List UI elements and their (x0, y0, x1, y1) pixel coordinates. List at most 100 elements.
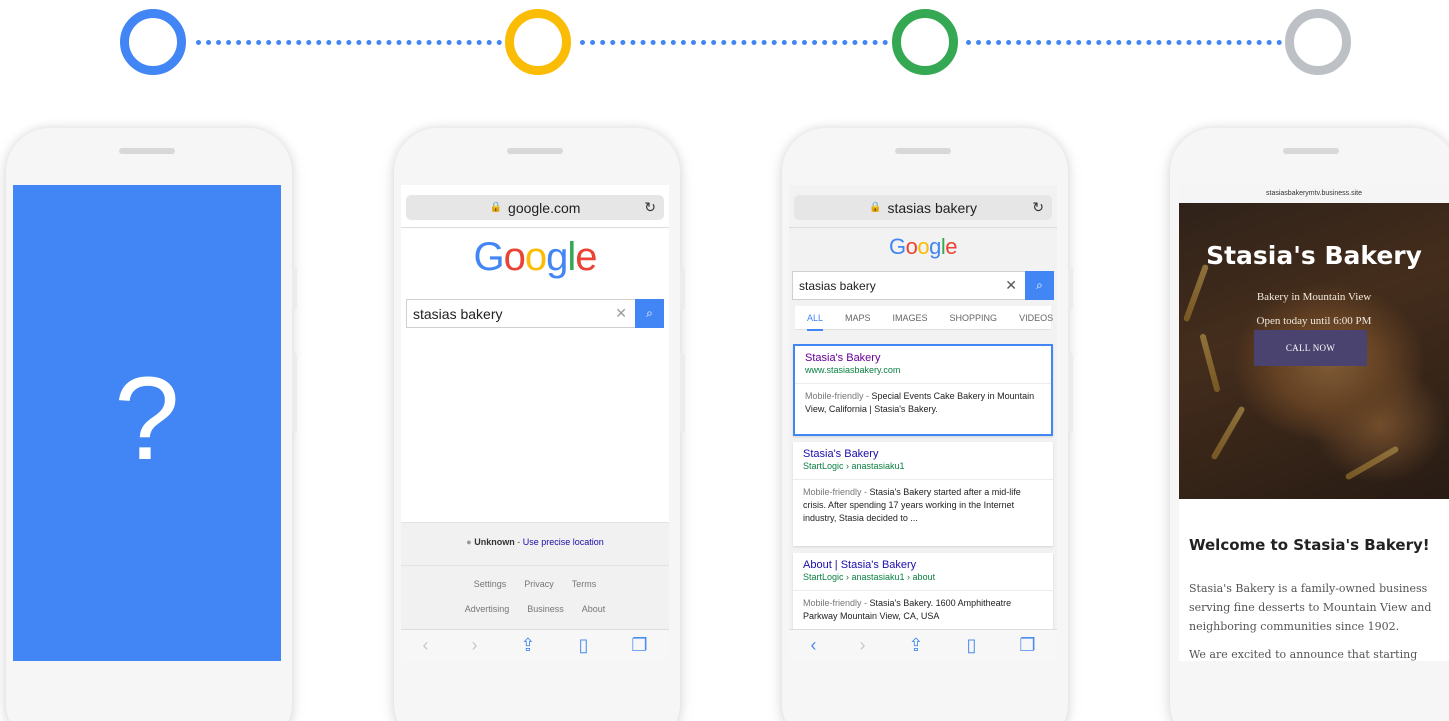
logo-letter: G (888, 234, 906, 259)
step-4-ring (1285, 9, 1351, 75)
logo-letter: o (905, 234, 918, 259)
tabs-icon[interactable]: ❐ (631, 635, 647, 656)
search-result[interactable]: About | Stasia's Bakery StartLogic › ana… (793, 553, 1053, 633)
logo-letter: o (917, 234, 930, 259)
business-site-screen: stasiasbakerymtv.business.site Stasia's … (1179, 185, 1449, 661)
back-icon[interactable]: ‹ (810, 635, 816, 656)
precise-location-link[interactable]: Use precise location (523, 537, 604, 547)
divider (401, 565, 669, 566)
opening-hours: Open today until 6:00 PM (1256, 315, 1372, 327)
dotted-connector-2 (580, 40, 888, 45)
address-bar[interactable]: 🔒 stasias bakery ↻ (794, 195, 1052, 220)
result-title[interactable]: About | Stasia's Bakery (793, 553, 1053, 571)
reload-icon[interactable]: ↻ (644, 199, 656, 216)
tab-maps[interactable]: MAPS (845, 313, 871, 323)
google-logo: Google (789, 234, 1057, 260)
call-now-button[interactable]: CALL NOW (1254, 330, 1367, 366)
step-3-ring (892, 9, 958, 75)
footer-link-privacy[interactable]: Privacy (524, 579, 554, 589)
share-icon[interactable]: ⇪ (520, 635, 535, 656)
footer-links-row-1: Settings Privacy Terms (401, 579, 669, 589)
tab-videos[interactable]: VIDEOS (1019, 313, 1053, 323)
address-text: stasias bakery (887, 199, 977, 216)
stage: ? 🔒 google.com ↻ Google stasias bakery ✕… (0, 0, 1449, 721)
location-dot-icon: ● (466, 537, 472, 547)
phone-side-button (680, 353, 685, 433)
phone-1: ? (6, 128, 297, 721)
search-input[interactable]: stasias bakery ✕ ⌕ (406, 299, 664, 328)
phone-speaker (119, 148, 175, 154)
tab-all[interactable]: ALL (807, 313, 824, 331)
phone-side-button (1068, 268, 1073, 310)
location-label: Unknown (474, 537, 515, 547)
logo-letter: g (546, 235, 568, 279)
tab-images[interactable]: IMAGES (893, 313, 928, 323)
logo-letter: G (473, 235, 504, 279)
google-logo: Google (401, 235, 669, 280)
bookmarks-icon[interactable]: ▯ (578, 635, 588, 656)
forward-icon[interactable]: › (859, 635, 865, 656)
tab-shopping[interactable]: SHOPPING (950, 313, 998, 323)
search-query: stasias bakery (413, 305, 503, 322)
search-icon: ⌕ (1036, 278, 1043, 292)
result-description: Mobile-friendly - Stasia's Bakery starte… (793, 486, 1053, 525)
footer-link-settings[interactable]: Settings (474, 579, 507, 589)
lock-icon: 🔒 (869, 202, 882, 213)
phone-side-button (292, 268, 297, 310)
phone-4: stasiasbakerymtv.business.site Stasia's … (1170, 128, 1449, 721)
search-results-screen: 🔒 stasias bakery ↻ Google stasias bakery… (789, 185, 1057, 661)
search-input[interactable]: stasias bakery ✕ ⌕ (792, 271, 1054, 300)
about-text: Stasia's Bakery is a family-owned busine… (1189, 582, 1432, 633)
lock-icon: 🔒 (489, 202, 503, 213)
step-2-ring (505, 9, 571, 75)
reload-icon[interactable]: ↻ (1032, 199, 1044, 216)
divider (789, 227, 1057, 228)
forward-icon[interactable]: › (471, 635, 477, 656)
result-title[interactable]: Stasia's Bakery (793, 442, 1053, 460)
divider (795, 383, 1051, 384)
site-title: Stasia's Bakery (1206, 241, 1422, 270)
location-line: ● Unknown - Use precise location (401, 537, 669, 547)
mobile-friendly-label: Mobile-friendly - (803, 598, 870, 608)
search-result[interactable]: Stasia's Bakery StartLogic › anastasiaku… (793, 442, 1053, 546)
clear-icon[interactable]: ✕ (615, 305, 627, 322)
result-description: Mobile-friendly - Special Events Cake Ba… (795, 390, 1051, 416)
search-button[interactable]: ⌕ (1025, 271, 1054, 300)
result-title[interactable]: Stasia's Bakery (795, 346, 1051, 364)
dotted-connector-1 (196, 40, 502, 45)
footer-link-advertising[interactable]: Advertising (465, 604, 510, 614)
search-result[interactable]: Stasia's Bakery www.stasiasbakery.com Mo… (793, 344, 1053, 436)
phone-side-button (680, 268, 685, 310)
search-query: stasias bakery (799, 278, 876, 293)
logo-letter: e (945, 234, 957, 259)
tabs-icon[interactable]: ❐ (1019, 635, 1035, 656)
back-icon[interactable]: ‹ (422, 635, 428, 656)
unknown-screen: ? (13, 185, 281, 661)
result-url: StartLogic › anastasiaku1 (803, 461, 905, 471)
site-url-bar[interactable]: stasiasbakerymtv.business.site (1179, 185, 1449, 203)
address-text: google.com (508, 199, 581, 216)
address-bar[interactable]: 🔒 google.com ↻ (406, 195, 664, 220)
mobile-friendly-label: Mobile-friendly - (803, 487, 870, 497)
question-mark-icon: ? (114, 353, 180, 485)
bookmarks-icon[interactable]: ▯ (966, 635, 976, 656)
share-icon[interactable]: ⇪ (908, 635, 923, 656)
hero-bread-image: Stasia's Bakery Bakery in Mountain View … (1179, 203, 1449, 499)
phone-speaker (1283, 148, 1339, 154)
welcome-heading: Welcome to Stasia's Bakery! (1189, 536, 1430, 554)
clear-icon[interactable]: ✕ (1005, 277, 1017, 294)
footer-link-business[interactable]: Business (527, 604, 564, 614)
business-category: Bakery in Mountain View (1256, 291, 1372, 303)
dotted-connector-3 (966, 40, 1282, 45)
footer-link-about[interactable]: About (582, 604, 606, 614)
logo-letter: g (929, 234, 941, 259)
search-icon: ⌕ (646, 306, 653, 320)
phone-side-button (292, 353, 297, 433)
footer-links-row-2: Advertising Business About (401, 604, 669, 614)
footer-link-terms[interactable]: Terms (572, 579, 597, 589)
browser-toolbar: ‹ › ⇪ ▯ ❐ (401, 629, 669, 661)
result-url: StartLogic › anastasiaku1 › about (803, 572, 936, 582)
search-button[interactable]: ⌕ (635, 299, 664, 328)
result-description: Mobile-friendly - Stasia's Bakery. 1600 … (793, 597, 1053, 623)
logo-letter: o (503, 235, 526, 279)
